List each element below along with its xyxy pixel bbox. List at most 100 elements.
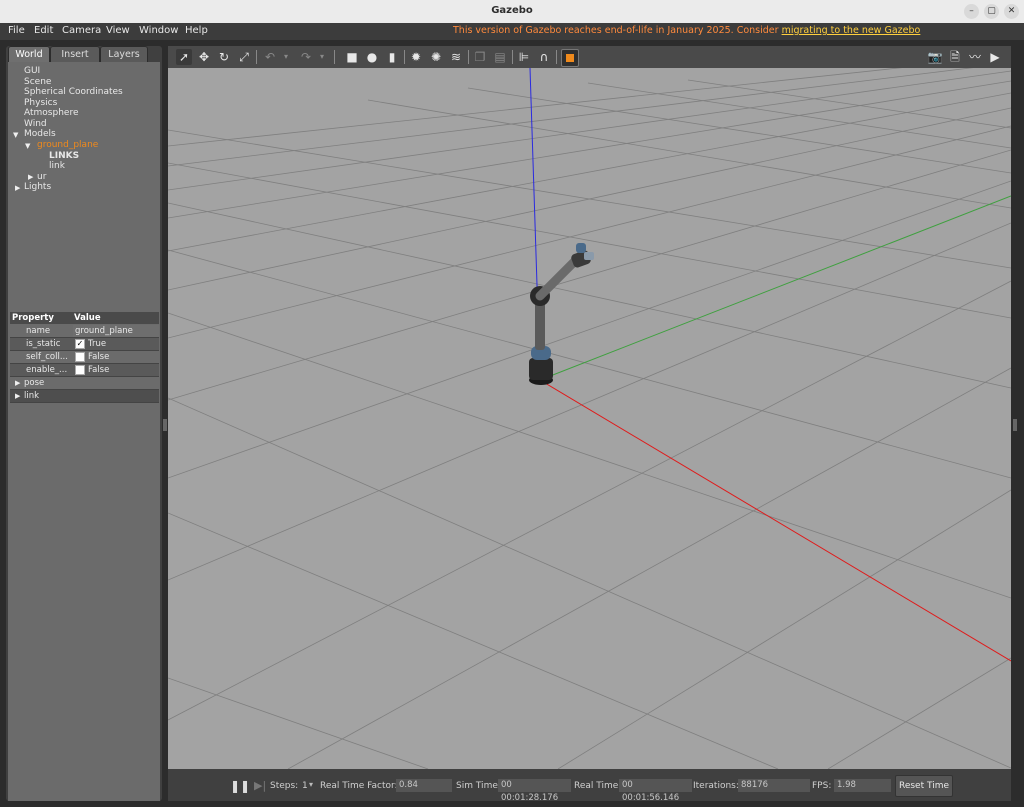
point-light-icon[interactable]: ✹	[408, 49, 424, 65]
menu-edit[interactable]: Edit	[34, 25, 53, 36]
screenshot-icon[interactable]: 📷	[927, 49, 943, 65]
tree-item-scene[interactable]: Scene	[24, 77, 51, 87]
property-group-pose[interactable]: ▶ pose	[10, 377, 159, 390]
panel-resize-handle[interactable]	[1013, 419, 1017, 431]
tree-item-physics[interactable]: Physics	[24, 98, 57, 108]
ur-robot-arm[interactable]	[518, 238, 608, 398]
property-group-label: pose	[24, 378, 45, 388]
tree-item-atmosphere[interactable]: Atmosphere	[24, 108, 78, 118]
view-angle-icon[interactable]	[561, 49, 579, 67]
expand-models-icon[interactable]: ▼	[13, 131, 18, 139]
maximize-button[interactable]: ▢	[984, 4, 999, 19]
paste-icon[interactable]: ▤	[492, 49, 508, 65]
property-value: False	[88, 365, 110, 375]
menu-window[interactable]: Window	[139, 25, 178, 36]
sim-time-label: Sim Time:	[456, 781, 501, 791]
rotate-mode-icon[interactable]: ↻	[216, 49, 232, 65]
property-group-link[interactable]: ▶ link	[10, 390, 159, 403]
is-static-checkbox[interactable]: ✓	[75, 338, 85, 349]
property-row[interactable]: enable_... False	[10, 364, 159, 377]
real-time-value: 00 00:01:56.146	[619, 779, 692, 803]
expand-link-icon[interactable]: ▶	[15, 390, 20, 402]
property-name: is_static	[26, 339, 61, 349]
step-icon[interactable]: ▶|	[254, 779, 266, 792]
title-bar: Gazebo – ▢ ✕	[0, 0, 1024, 24]
tree-item-gui[interactable]: GUI	[24, 66, 40, 76]
iterations-label: Iterations:	[693, 781, 739, 791]
log-icon[interactable]: 🗎	[947, 49, 963, 65]
steps-dropdown-icon[interactable]: ▾	[309, 780, 313, 789]
property-column-header: Property	[12, 313, 54, 323]
property-group-label: link	[24, 391, 40, 401]
directional-light-icon[interactable]: ≋	[448, 49, 464, 65]
align-icon[interactable]: ⊫	[516, 49, 532, 65]
undo-icon[interactable]: ↶	[262, 49, 278, 65]
scene-viewport[interactable]	[168, 68, 1011, 769]
reset-time-button[interactable]: Reset Time	[895, 775, 953, 797]
menu-bar: File Edit Camera View Window Help This v…	[0, 23, 1024, 40]
spot-light-icon[interactable]: ✺	[428, 49, 444, 65]
property-value: True	[88, 339, 107, 349]
plot-icon[interactable]: 〰	[967, 49, 983, 65]
expand-pose-icon[interactable]: ▶	[15, 377, 20, 389]
undo-dropdown-icon[interactable]: ▾	[278, 49, 294, 65]
steps-spinner[interactable]: 1	[302, 781, 308, 791]
menu-view[interactable]: View	[106, 25, 130, 36]
property-value[interactable]: ground_plane	[75, 325, 133, 337]
menu-camera[interactable]: Camera	[62, 25, 101, 36]
eol-notice: This version of Gazebo reaches end-of-li…	[453, 25, 920, 36]
tree-item-ground-plane[interactable]: ground_plane	[37, 140, 98, 150]
tree-item-ur[interactable]: ur	[37, 172, 46, 182]
box-shape-icon[interactable]: ■	[344, 49, 360, 65]
real-time-factor-value: 0.84	[396, 779, 452, 792]
translate-mode-icon[interactable]: ✥	[196, 49, 212, 65]
property-row[interactable]: is_static ✓ True	[10, 338, 159, 351]
self-collide-checkbox[interactable]	[75, 351, 85, 362]
property-name: self_coll...	[26, 352, 68, 362]
scene-toolbar: ➚ ✥ ↻ ⤢ ↶ ▾ ↷ ▾ ■ ● ▮ ✹ ✺ ≋ ❐ ▤ ⊫ ∩ 📷 🗎 …	[168, 46, 1011, 68]
close-button[interactable]: ✕	[1004, 4, 1019, 19]
tree-item-models[interactable]: Models	[24, 129, 56, 139]
tree-item-wind[interactable]: Wind	[24, 119, 47, 129]
pause-icon[interactable]: ❚❚	[230, 779, 250, 793]
snap-icon[interactable]: ∩	[536, 49, 552, 65]
fps-label: FPS:	[812, 781, 832, 791]
tree-item-lights[interactable]: Lights	[24, 182, 51, 192]
steps-label: Steps:	[270, 781, 299, 791]
property-row[interactable]: name ground_plane	[10, 325, 159, 338]
redo-dropdown-icon[interactable]: ▾	[314, 49, 330, 65]
cylinder-shape-icon[interactable]: ▮	[384, 49, 400, 65]
tab-layers[interactable]: Layers	[100, 46, 148, 63]
copy-icon[interactable]: ❐	[472, 49, 488, 65]
tree-item-link[interactable]: link	[49, 161, 65, 171]
property-header: Property Value	[10, 312, 159, 324]
eol-notice-text: This version of Gazebo reaches end-of-li…	[453, 25, 782, 36]
tab-insert[interactable]: Insert	[50, 46, 100, 63]
real-time-label: Real Time:	[574, 781, 622, 791]
redo-icon[interactable]: ↷	[298, 49, 314, 65]
left-panel: World Insert Layers GUI Scene Spherical …	[6, 46, 162, 801]
scene-grid	[168, 68, 1011, 769]
menu-file[interactable]: File	[8, 25, 25, 36]
expand-lights-icon[interactable]: ▶	[15, 184, 20, 192]
tree-item-spherical-coordinates[interactable]: Spherical Coordinates	[24, 87, 123, 97]
tab-world[interactable]: World	[8, 46, 50, 63]
migration-link[interactable]: migrating to the new Gazebo	[782, 25, 921, 36]
sphere-shape-icon[interactable]: ●	[364, 49, 380, 65]
panel-resize-handle[interactable]	[163, 419, 167, 431]
property-row[interactable]: self_coll... False	[10, 351, 159, 364]
video-record-icon[interactable]: ▶	[987, 49, 1003, 65]
expand-ur-icon[interactable]: ▶	[28, 173, 33, 181]
menu-help[interactable]: Help	[185, 25, 208, 36]
simulation-status-bar: ❚❚ ▶| Steps: 1 ▾ Real Time Factor: 0.84 …	[168, 769, 1011, 803]
select-mode-icon[interactable]: ➚	[176, 49, 192, 65]
minimize-button[interactable]: –	[964, 4, 979, 19]
property-name: name	[26, 326, 51, 336]
world-tree: GUI Scene Spherical Coordinates Physics …	[8, 62, 160, 348]
enable-wind-checkbox[interactable]	[75, 364, 85, 375]
expand-ground-plane-icon[interactable]: ▼	[25, 142, 30, 150]
scale-mode-icon[interactable]: ⤢	[236, 49, 252, 65]
value-column-header: Value	[74, 313, 101, 323]
property-value: False	[88, 352, 110, 362]
iterations-value: 88176	[738, 779, 810, 792]
